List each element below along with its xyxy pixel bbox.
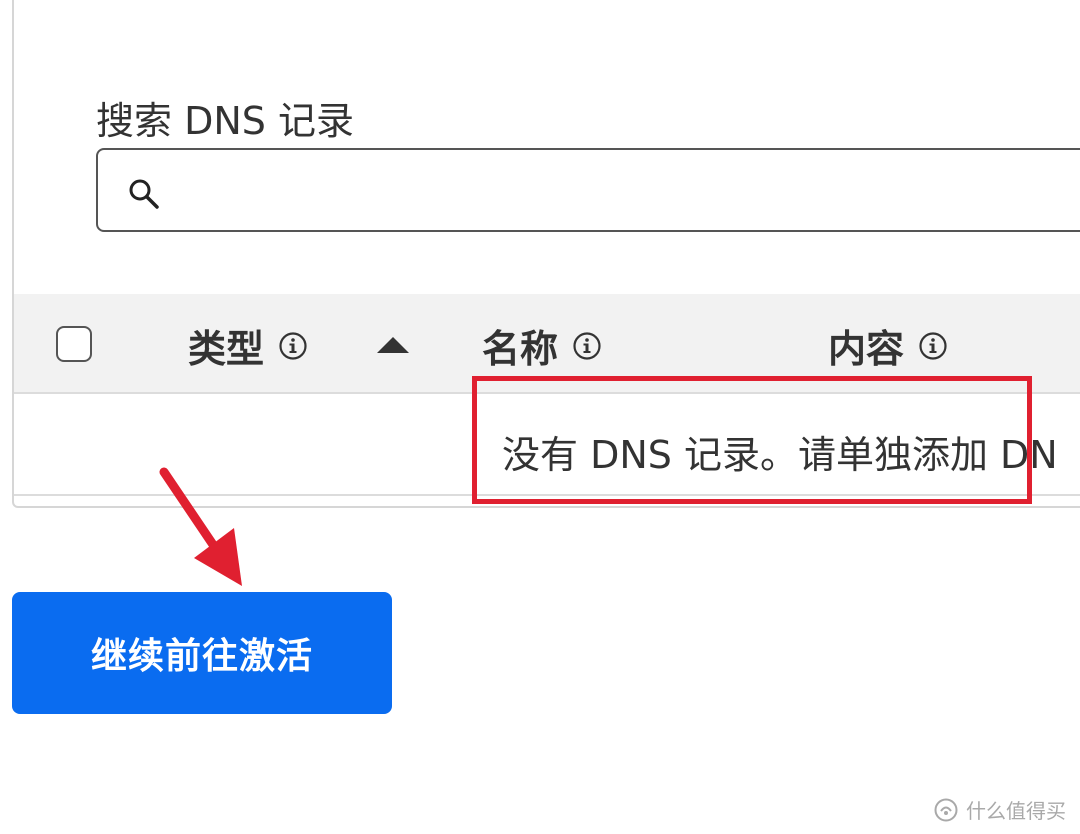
annotation-highlight-box [472,376,1032,504]
column-header-type[interactable]: 类型 [188,318,308,373]
page: 搜索 DNS 记录 类型 名称 内容 没有 DNS 记录。请单独添加 DN 继续… [0,0,1080,834]
info-circle-icon[interactable] [572,331,602,361]
watermark: 什么值得买 [934,795,1066,824]
smzdm-logo-icon [934,798,958,821]
select-all-checkbox[interactable] [56,326,92,362]
search-box[interactable] [96,148,1080,232]
watermark-text: 什么值得买 [966,799,1066,823]
continue-to-activation-button[interactable]: 继续前往激活 [12,592,392,714]
annotation-arrow-icon [159,467,242,586]
search-label: 搜索 DNS 记录 [96,99,354,143]
column-name-label: 名称 [482,327,559,371]
info-circle-icon[interactable] [278,331,308,361]
sort-ascending-icon[interactable] [376,336,410,354]
search-icon [129,179,159,209]
info-circle-icon[interactable] [918,331,948,361]
search-input[interactable] [178,160,1080,222]
column-header-name[interactable]: 名称 [482,318,602,373]
column-header-content[interactable]: 内容 [828,318,948,373]
column-content-label: 内容 [828,327,905,371]
column-type-label: 类型 [188,327,265,371]
